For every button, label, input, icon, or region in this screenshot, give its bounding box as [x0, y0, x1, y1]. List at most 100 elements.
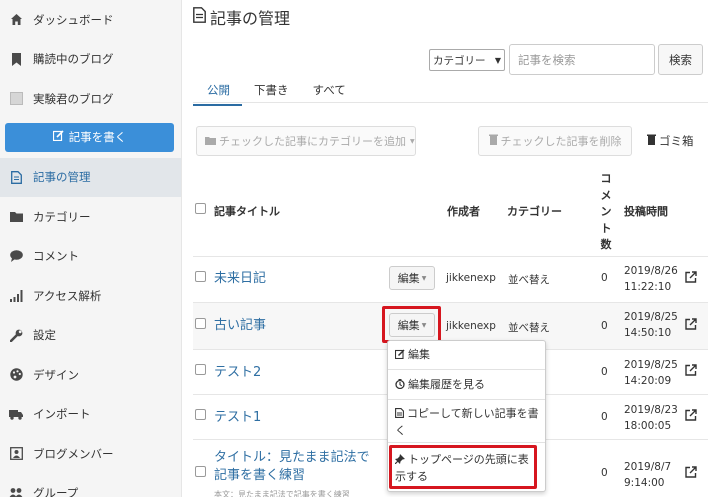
sidebar-item-label: デザイン [33, 367, 79, 382]
add-category-button[interactable]: チェックした記事にカテゴリーを追加 ▼ [196, 126, 416, 156]
posted-time-cell: 2019/8/26 11:22:10 [624, 265, 678, 293]
trash-link[interactable]: ゴミ箱 [647, 133, 694, 149]
posted-time-cell: 2019/8/25 14:20:09 [624, 359, 678, 387]
dropdown-arrow-icon: ▼ [494, 55, 501, 65]
category-select-value: カテゴリー [433, 54, 486, 67]
truck-icon [9, 407, 23, 421]
comment-count-cell: 0 [601, 272, 608, 284]
chevron-down-icon: ▼ [410, 137, 415, 145]
home-icon [9, 13, 23, 27]
menu-divider [388, 442, 545, 443]
sidebar-item-dashboard[interactable]: ダッシュボード [0, 0, 181, 40]
member-icon [9, 447, 23, 461]
sidebar-item-label: グループ [33, 486, 79, 497]
article-title-link[interactable]: テスト1 [214, 406, 261, 425]
posted-time-cell: 2019/8/7 9:14:00 [624, 461, 672, 489]
bookmark-icon [9, 52, 23, 66]
sidebar-item-label: ブログメンバー [33, 446, 114, 461]
row-checkbox[interactable] [195, 271, 206, 282]
row-checkbox[interactable] [195, 318, 206, 329]
menu-item-history[interactable]: 編集履歴を見る [388, 377, 545, 394]
highlight-box-edit-button [382, 306, 441, 343]
blog-avatar-icon [9, 92, 23, 106]
author-cell: jikkenexp [446, 272, 496, 284]
comment-count-cell: 0 [601, 320, 608, 332]
sidebar-item-settings[interactable]: 設定 [0, 316, 181, 356]
row-divider [193, 302, 708, 303]
external-link-icon[interactable] [685, 364, 697, 379]
sidebar-item-label: 購読中のブログ [33, 52, 114, 67]
article-excerpt: 本文：見たまま記法で記事を書く練習 [214, 490, 350, 497]
row-checkbox[interactable] [195, 364, 206, 375]
category-cell: 並べ替え [508, 274, 550, 286]
comment-icon [9, 249, 23, 263]
sidebar-item-label: 実験君のブログ [33, 91, 114, 106]
main-content: 記事の管理 カテゴリー ▼ 記事を検索 検索 公開 下書き すべて チェックした… [183, 0, 708, 497]
sidebar-item-members[interactable]: ブログメンバー [0, 434, 181, 474]
sidebar-item-label: コメント [33, 249, 79, 264]
highlight-box-pin-to-top [389, 445, 537, 489]
sidebar-item-article-management[interactable]: 記事の管理 [0, 157, 181, 197]
sidebar: ダッシュボード 購読中のブログ 実験君のブログ 記事を書く 記事の管理 カテゴリ… [0, 0, 182, 497]
trash-icon [488, 134, 498, 148]
sidebar-item-label: ダッシュボード [33, 12, 114, 27]
group-icon [9, 486, 23, 497]
author-cell: jikkenexp [446, 320, 496, 332]
search-placeholder: 記事を検索 [518, 52, 576, 67]
external-link-icon[interactable] [685, 271, 697, 286]
sidebar-item-analytics[interactable]: アクセス解析 [0, 276, 181, 316]
menu-divider [388, 399, 545, 400]
signal-icon [9, 289, 23, 303]
article-title-link[interactable]: タイトル：見たまま記法で 記事を書く練習 [214, 449, 370, 485]
wrench-icon [9, 328, 23, 342]
trash-icon [647, 134, 656, 148]
external-link-icon[interactable] [685, 409, 697, 424]
menu-item-copy[interactable]: コピーして新しい記事を書 く [388, 406, 545, 439]
article-title-link[interactable]: 古い記事 [214, 314, 266, 333]
article-title-link[interactable]: 未来日記 [214, 267, 266, 286]
sidebar-item-import[interactable]: インポート [0, 395, 181, 435]
column-header-author: 作成者 [447, 205, 480, 218]
sidebar-item-comments[interactable]: コメント [0, 237, 181, 277]
select-all-checkbox[interactable] [195, 203, 206, 214]
sidebar-item-my-blog[interactable]: 実験君のブログ [0, 79, 181, 119]
edit-button[interactable]: 編集 ▼ [389, 266, 435, 290]
delete-checked-label: チェックした記事を削除 [500, 135, 622, 148]
column-header-title: 記事タイトル [214, 205, 280, 218]
posted-time-cell: 2019/8/23 18:00:05 [624, 404, 678, 432]
document-icon [9, 170, 23, 184]
comment-count-cell: 0 [601, 366, 608, 378]
add-category-label: チェックした記事にカテゴリーを追加 [219, 135, 406, 148]
article-title-link[interactable]: テスト2 [214, 361, 261, 380]
search-input[interactable]: 記事を検索 [509, 44, 655, 75]
sidebar-item-categories[interactable]: カテゴリー [0, 197, 181, 237]
folder-icon [9, 210, 23, 224]
row-checkbox[interactable] [195, 466, 206, 477]
row-checkbox[interactable] [195, 409, 206, 420]
posted-time-cell: 2019/8/25 14:50:10 [624, 311, 678, 339]
external-link-icon[interactable] [685, 466, 697, 481]
history-icon [395, 378, 405, 394]
sidebar-item-subscriptions[interactable]: 購読中のブログ [0, 40, 181, 80]
trash-label: ゴミ箱 [659, 134, 694, 148]
external-link-icon[interactable] [685, 318, 697, 333]
sidebar-item-groups[interactable]: グループ [0, 474, 181, 497]
sidebar-item-label: 記事の管理 [33, 170, 91, 185]
category-select[interactable]: カテゴリー ▼ [429, 49, 505, 71]
comment-count-cell: 0 [601, 467, 608, 479]
sidebar-item-label: 設定 [33, 328, 56, 343]
menu-item-edit[interactable]: 編集 [388, 347, 545, 364]
folder-icon [205, 135, 216, 148]
tabs-divider [193, 102, 708, 103]
column-header-category: カテゴリー [507, 205, 562, 218]
column-header-posted: 投稿時間 [624, 205, 668, 218]
edit-icon [52, 130, 64, 144]
write-article-button[interactable]: 記事を書く [5, 122, 174, 152]
search-button[interactable]: 検索 [658, 44, 703, 75]
menu-divider [388, 369, 545, 370]
sidebar-item-label: アクセス解析 [33, 288, 102, 303]
palette-icon [9, 368, 23, 382]
sidebar-item-design[interactable]: デザイン [0, 355, 181, 395]
copy-icon [395, 407, 404, 423]
delete-checked-button[interactable]: チェックした記事を削除 [478, 126, 632, 156]
